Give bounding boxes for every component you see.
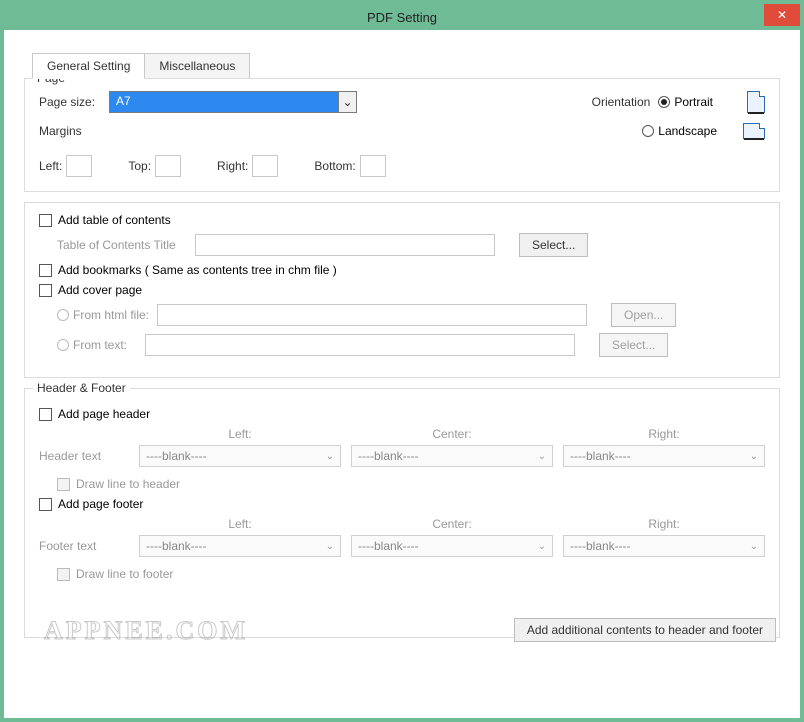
radio-portrait-label: Portrait	[674, 95, 713, 109]
radio-from-text-label: From text:	[73, 338, 127, 352]
checkbox-icon	[39, 214, 52, 227]
check-add-cover[interactable]: Add cover page	[39, 283, 142, 297]
radio-landscape-label: Landscape	[658, 124, 717, 138]
check-add-toc-label: Add table of contents	[58, 213, 171, 227]
chevron-down-icon: ⌄	[326, 451, 334, 462]
radio-dot-icon	[57, 309, 69, 321]
margin-left-label: Left:	[39, 159, 62, 173]
group-page: Page Page size: A7 ⌄ Orientation Portrai…	[24, 78, 780, 192]
check-add-toc[interactable]: Add table of contents	[39, 213, 171, 227]
footer-center-select: ----blank----⌄	[351, 535, 553, 557]
check-draw-header-line: Draw line to header	[57, 477, 180, 491]
titlebar: PDF Setting ✕	[4, 4, 800, 30]
window: PDF Setting ✕ General Setting Miscellane…	[0, 0, 804, 722]
content: General Setting Miscellaneous Page Page …	[4, 30, 800, 664]
cover-text-input	[145, 334, 575, 356]
chevron-down-icon: ⌄	[538, 451, 546, 462]
margin-bottom-label: Bottom:	[314, 159, 355, 173]
hf-col-left: Left:	[139, 517, 341, 531]
margin-top-label: Top:	[128, 159, 151, 173]
hf-col-center: Center:	[351, 517, 553, 531]
toc-title-input[interactable]	[195, 234, 495, 256]
checkbox-icon	[57, 478, 70, 491]
margin-bottom-input[interactable]	[360, 155, 386, 177]
hf-col-center: Center:	[351, 427, 553, 441]
chevron-down-icon: ⌄	[750, 451, 758, 462]
checkbox-icon	[39, 284, 52, 297]
chevron-down-icon: ⌄	[338, 92, 356, 112]
footer-text-label: Footer text	[39, 539, 129, 553]
cover-open-button: Open...	[611, 303, 676, 327]
checkbox-icon	[57, 568, 70, 581]
check-add-footer[interactable]: Add page footer	[39, 497, 143, 511]
margin-right-label: Right:	[217, 159, 248, 173]
cover-select-button: Select...	[599, 333, 668, 357]
margins-row: Left: Top: Right: Bottom:	[39, 155, 765, 177]
margin-right-input[interactable]	[252, 155, 278, 177]
margin-left-input[interactable]	[66, 155, 92, 177]
chevron-down-icon: ⌄	[538, 541, 546, 552]
check-draw-footer-line-label: Draw line to footer	[76, 567, 173, 581]
chevron-down-icon: ⌄	[326, 541, 334, 552]
portrait-page-icon	[747, 91, 765, 113]
group-header-footer: Header & Footer Add page header Left: Ce…	[24, 388, 780, 638]
cover-html-input	[157, 304, 587, 326]
check-add-bookmarks[interactable]: Add bookmarks ( Same as contents tree in…	[39, 263, 337, 277]
header-center-select: ----blank----⌄	[351, 445, 553, 467]
page-size-value: A7	[110, 92, 338, 112]
group-hf-legend: Header & Footer	[33, 381, 130, 395]
page-size-combo[interactable]: A7 ⌄	[109, 91, 357, 113]
check-add-bookmarks-label: Add bookmarks ( Same as contents tree in…	[58, 263, 337, 277]
check-add-footer-label: Add page footer	[58, 497, 143, 511]
radio-portrait[interactable]: Portrait	[658, 95, 713, 109]
footer-right-select: ----blank----⌄	[563, 535, 765, 557]
landscape-page-icon	[743, 123, 765, 139]
watermark: APPNEE.COM	[44, 616, 248, 646]
margin-top-input[interactable]	[155, 155, 181, 177]
header-text-label: Header text	[39, 449, 129, 463]
radio-landscape[interactable]: Landscape	[642, 124, 717, 138]
check-draw-header-line-label: Draw line to header	[76, 477, 180, 491]
header-left-select: ----blank----⌄	[139, 445, 341, 467]
radio-dot-icon	[57, 339, 69, 351]
radio-from-html-label: From html file:	[73, 308, 149, 322]
orientation-label: Orientation	[592, 95, 651, 109]
group-toc: Add table of contents Table of Contents …	[24, 202, 780, 378]
check-draw-footer-line: Draw line to footer	[57, 567, 173, 581]
chevron-down-icon: ⌄	[750, 541, 758, 552]
check-add-cover-label: Add cover page	[58, 283, 142, 297]
hf-col-left: Left:	[139, 427, 341, 441]
checkbox-icon	[39, 408, 52, 421]
radio-dot-icon	[642, 125, 654, 137]
tab-general[interactable]: General Setting	[32, 53, 145, 79]
radio-dot-icon	[658, 96, 670, 108]
hf-header-cols: Left: Center: Right:	[139, 427, 765, 441]
header-right-select: ----blank----⌄	[563, 445, 765, 467]
checkbox-icon	[39, 264, 52, 277]
header-text-row: Header text ----blank----⌄ ----blank----…	[39, 445, 765, 467]
radio-from-text: From text:	[57, 338, 127, 352]
toc-title-label: Table of Contents Title	[57, 238, 187, 252]
margins-label: Margins	[39, 124, 101, 138]
close-button[interactable]: ✕	[764, 4, 800, 26]
footer-text-row: Footer text ----blank----⌄ ----blank----…	[39, 535, 765, 557]
footer-left-select: ----blank----⌄	[139, 535, 341, 557]
radio-from-html: From html file:	[57, 308, 149, 322]
additional-hf-button[interactable]: Add additional contents to header and fo…	[514, 618, 776, 642]
hf-col-right: Right:	[563, 427, 765, 441]
close-icon: ✕	[777, 8, 787, 22]
tab-bar: General Setting Miscellaneous	[32, 52, 780, 78]
hf-footer-cols: Left: Center: Right:	[139, 517, 765, 531]
check-add-header-label: Add page header	[58, 407, 150, 421]
toc-select-button[interactable]: Select...	[519, 233, 588, 257]
tab-misc[interactable]: Miscellaneous	[144, 53, 250, 79]
window-title: PDF Setting	[367, 10, 437, 25]
page-size-label: Page size:	[39, 95, 101, 109]
hf-col-right: Right:	[563, 517, 765, 531]
check-add-header[interactable]: Add page header	[39, 407, 150, 421]
checkbox-icon	[39, 498, 52, 511]
